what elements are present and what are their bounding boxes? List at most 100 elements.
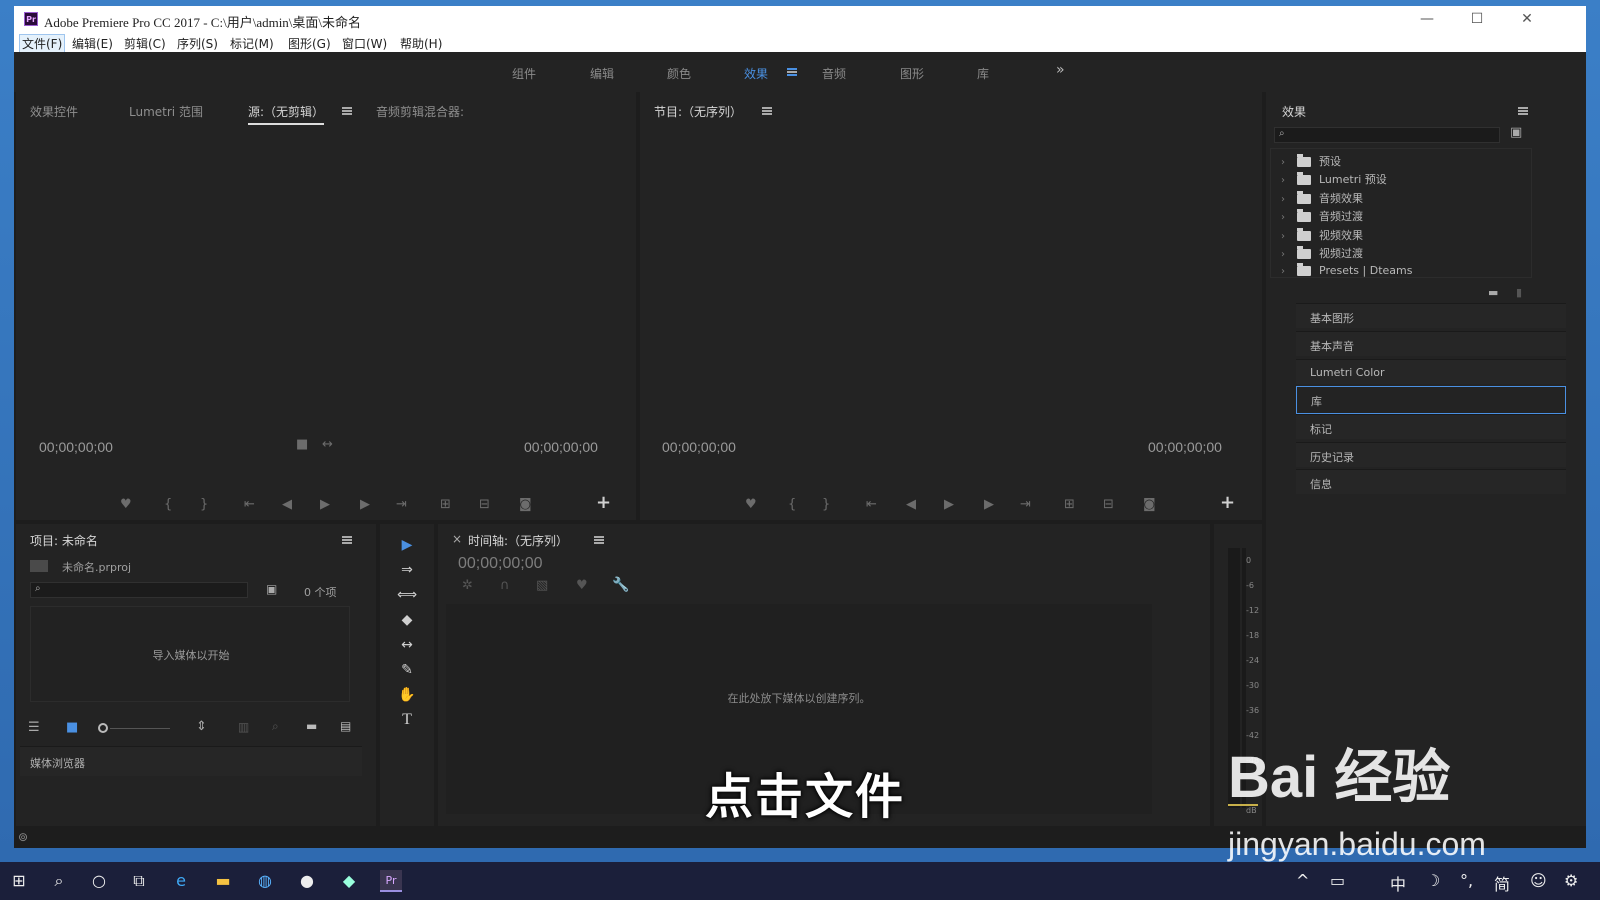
menu-clip[interactable]: 剪辑(C)	[124, 35, 166, 52]
effects-search-input[interactable]: ⌕	[1274, 127, 1500, 143]
timeline-add-marker-icon[interactable]: ♥	[576, 578, 588, 593]
qq-icon[interactable]: ●	[296, 870, 318, 892]
source-menu-icon[interactable]	[342, 107, 352, 115]
tree-item-audio-transitions[interactable]: › 音频过渡	[1281, 208, 1363, 226]
menu-marker[interactable]: 标记(M)	[230, 35, 274, 52]
start-icon[interactable]: ⊞	[8, 870, 30, 892]
new-item-icon[interactable]: ▤	[340, 719, 351, 733]
edge-icon[interactable]: e	[170, 870, 192, 892]
cortana-icon[interactable]: ○	[88, 870, 110, 892]
menu-graphics[interactable]: 图形(G)	[288, 35, 331, 52]
timeline-close-icon[interactable]: ×	[452, 532, 462, 546]
list-view-icon[interactable]: ☰	[28, 720, 40, 735]
zoom-slider-handle[interactable]	[98, 723, 108, 733]
slip-tool-icon[interactable]: ↔	[397, 636, 417, 654]
input-method-chinese[interactable]: 中	[1390, 871, 1406, 895]
section-markers[interactable]: 标记	[1296, 414, 1566, 439]
section-libraries[interactable]: 库	[1296, 386, 1566, 414]
premiere-taskbar-icon[interactable]: Pr	[380, 870, 402, 892]
type-tool-icon[interactable]: T	[397, 711, 417, 729]
project-search-input[interactable]: ⌕	[30, 582, 248, 598]
app-icon[interactable]: ◆	[338, 870, 360, 892]
project-drop-area[interactable]: 导入媒体以开始	[30, 606, 350, 702]
new-bin-icon[interactable]: ▬	[306, 719, 317, 733]
workspace-assembly[interactable]: 组件	[512, 65, 536, 82]
ripple-edit-tool-icon[interactable]: ⟺	[397, 586, 417, 604]
workspace-overflow-icon[interactable]: »	[1056, 62, 1065, 78]
search-icon[interactable]: ⌕	[48, 870, 70, 892]
source-timecode-current[interactable]: 00;00;00;00	[39, 439, 113, 455]
workspace-menu-icon[interactable]	[787, 68, 797, 76]
tree-item-presets-dteams[interactable]: › Presets | Dteams	[1281, 263, 1412, 282]
automate-to-sequence-icon[interactable]: ▥	[238, 720, 249, 734]
workspace-graphics[interactable]: 图形	[900, 65, 924, 82]
project-find-icon[interactable]: ⌕	[272, 719, 279, 734]
tree-item-lumetri-presets[interactable]: › Lumetri 预设	[1281, 171, 1387, 189]
lift-icon[interactable]: ⊞	[1064, 497, 1075, 512]
settings-icon[interactable]: ⚙	[1564, 871, 1578, 890]
tray-expand-icon[interactable]: ^	[1296, 871, 1309, 890]
program-mark-out-icon[interactable]: }	[822, 497, 830, 512]
zoom-slider-track[interactable]	[110, 728, 170, 729]
menu-help[interactable]: 帮助(H)	[400, 35, 442, 52]
program-button-editor-plus-icon[interactable]: +	[1220, 492, 1235, 513]
tree-item-audio-effects[interactable]: › 音频效果	[1281, 190, 1363, 208]
snap-icon[interactable]: ∩	[500, 578, 510, 593]
workspace-editing[interactable]: 编辑	[590, 65, 614, 82]
track-select-tool-icon[interactable]: ⇒	[397, 561, 417, 579]
workspace-libraries[interactable]: 库	[977, 65, 989, 82]
new-bin-icon[interactable]: ▬	[1488, 286, 1498, 299]
timeline-title[interactable]: 时间轴:（无序列）	[468, 532, 568, 549]
program-menu-icon[interactable]	[762, 107, 772, 115]
program-mark-in-icon[interactable]: {	[788, 497, 796, 512]
timeline-menu-icon[interactable]	[594, 536, 604, 544]
button-editor-plus-icon[interactable]: +	[596, 492, 611, 513]
play-icon[interactable]: ▶	[320, 497, 330, 512]
file-explorer-icon[interactable]: ▬	[212, 870, 234, 892]
section-info[interactable]: 信息	[1296, 469, 1566, 494]
emoji-icon[interactable]: ☺	[1530, 871, 1547, 890]
overwrite-icon[interactable]: ⊟	[479, 497, 490, 512]
menu-file[interactable]: 文件(F)	[18, 34, 66, 53]
linked-selection-icon[interactable]: ▧	[536, 578, 548, 593]
extract-icon[interactable]: ⊟	[1103, 497, 1114, 512]
tab-effect-controls[interactable]: 效果控件	[30, 103, 78, 120]
section-essential-graphics[interactable]: 基本图形	[1296, 303, 1566, 328]
sort-icon[interactable]: ⇕	[196, 719, 207, 734]
program-play-icon[interactable]: ▶	[944, 497, 954, 512]
program-step-forward-icon[interactable]: ▶	[984, 497, 994, 512]
drop-frame-icon[interactable]: ■	[296, 437, 308, 452]
tree-item-video-effects[interactable]: › 视频效果	[1281, 227, 1363, 245]
browser-icon[interactable]: ◍	[254, 870, 276, 892]
selection-tool-icon[interactable]: ▶	[397, 536, 417, 554]
workspace-audio[interactable]: 音频	[822, 65, 846, 82]
tree-item-video-transitions[interactable]: › 视频过渡	[1281, 245, 1363, 263]
drag-video-icon[interactable]: ↔	[322, 437, 333, 452]
razor-tool-icon[interactable]: ◆	[397, 611, 417, 629]
add-marker-icon[interactable]: ♥	[120, 497, 132, 512]
section-lumetri-color[interactable]: Lumetri Color	[1296, 359, 1566, 384]
step-back-icon[interactable]: ◀	[282, 497, 292, 512]
program-export-frame-icon[interactable]: ◙	[1143, 497, 1156, 512]
tab-lumetri-scopes[interactable]: Lumetri 范围	[129, 103, 203, 120]
project-menu-icon[interactable]	[342, 536, 352, 544]
program-step-back-icon[interactable]: ◀	[906, 497, 916, 512]
tree-item-presets[interactable]: › 预设	[1281, 153, 1341, 171]
input-simplified[interactable]: 简	[1494, 871, 1510, 895]
menu-edit[interactable]: 编辑(E)	[72, 35, 113, 52]
mark-in-icon[interactable]: {	[164, 497, 172, 512]
step-forward-icon[interactable]: ▶	[360, 497, 370, 512]
tab-program[interactable]: 节目:（无序列）	[654, 103, 742, 123]
delete-icon[interactable]: ▮	[1516, 286, 1522, 299]
section-essential-sound[interactable]: 基本声音	[1296, 331, 1566, 356]
program-go-to-in-icon[interactable]: ⇤	[866, 497, 877, 512]
media-browser-tab[interactable]: 媒体浏览器	[20, 746, 362, 776]
mark-out-icon[interactable]: }	[200, 497, 208, 512]
menu-window[interactable]: 窗口(W)	[342, 35, 387, 52]
go-to-in-icon[interactable]: ⇤	[244, 497, 255, 512]
minimize-button[interactable]: —	[1404, 6, 1450, 32]
export-frame-icon[interactable]: ◙	[519, 497, 532, 512]
tab-audio-clip-mixer[interactable]: 音频剪辑混合器:	[376, 103, 464, 120]
new-custom-bin-icon[interactable]: ▣	[1510, 125, 1522, 140]
close-button[interactable]: ✕	[1504, 6, 1550, 32]
